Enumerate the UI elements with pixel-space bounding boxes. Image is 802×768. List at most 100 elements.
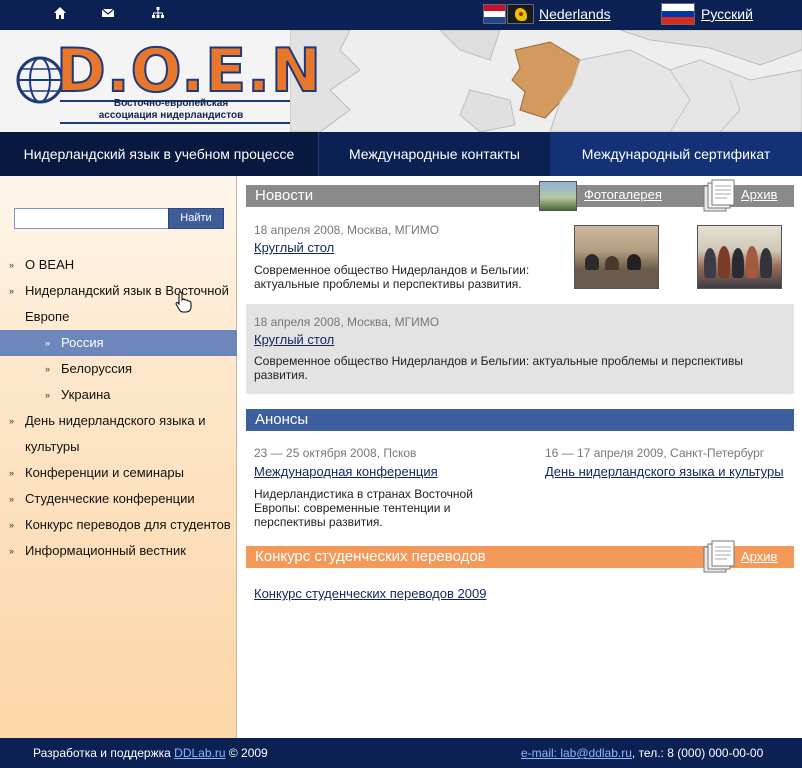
sidebar-item-label: Европе (25, 309, 70, 324)
announcement-title-link[interactable]: Международная конференция (254, 464, 438, 479)
russia-flag-icon[interactable] (661, 3, 695, 25)
news-archive-link[interactable]: Архив (741, 187, 777, 202)
sidebar-item-label: культуры (25, 439, 80, 454)
sidebar-item-label: Украина (61, 387, 111, 402)
sidebar-item-label: О ВЕАН (25, 257, 75, 272)
sidebar-item-conferences[interactable]: » Конференции и семинары (0, 460, 237, 486)
flanders-flag-icon[interactable] (507, 4, 534, 24)
contest-link[interactable]: Конкурс студенческих переводов 2009 (254, 586, 486, 601)
search-input[interactable] (14, 208, 169, 229)
chevron-right-icon: » (9, 468, 15, 478)
sidebar-item-label: Конференции и семинары (25, 465, 184, 480)
logo-subtitle-line1: Восточно-европейская (113, 98, 229, 109)
sidebar-item-ukraine[interactable]: » Украина (0, 382, 237, 408)
contest-header-title: Конкурс студенческих переводов (255, 548, 486, 565)
news-text: Современное общество Нидерландов и Бельг… (254, 354, 774, 382)
news-photo-thumbnail[interactable] (697, 225, 782, 289)
footer-email-link[interactable]: e-mail: lab@ddlab.ru (521, 746, 632, 760)
sidebar: Найти » О ВЕАН » Нидерландский язык в Вост… (0, 176, 237, 738)
logo-subtitle-line2: ассоциация нидерландистов (98, 110, 244, 121)
sidebar-item-label: Конкурс переводов для студентов (25, 517, 231, 532)
sidebar-item-label: Россия (61, 335, 104, 350)
announcement-text: Нидерландистика в странах Восточной Евро… (254, 487, 494, 529)
footer-ddlab-link[interactable]: DDLab.ru (174, 746, 225, 760)
sidebar-item-label: Белоруссия (61, 361, 133, 376)
hand-cursor-icon (175, 291, 192, 313)
footer-contacts: e-mail: lab@ddlab.ru, тел.: 8 (000) 000-… (521, 746, 763, 760)
footer-phone: , тел.: 8 (000) 000-00-00 (631, 746, 764, 760)
search-button[interactable]: Найти (168, 208, 224, 229)
netherlands-flag-icon[interactable] (483, 4, 506, 24)
lang-link-russian[interactable]: Русский (701, 6, 753, 22)
footer-credits: Разработка и поддержка DDLab.ru © 2009 (33, 746, 268, 760)
news-text-line: развития. (254, 368, 308, 382)
sidebar-item-dutch-day-cont[interactable]: культуры (0, 434, 237, 460)
main-content: Новости Фотогалерея Архив 18 апреля 2008… (238, 176, 802, 738)
news-header-title: Новости (255, 187, 314, 204)
nav-item-dutch-in-education[interactable]: Нидерландский язык в учебном процессе (0, 132, 318, 176)
sidebar-item-dutch-eastern-europe[interactable]: » Нидерландский язык в Восточной (0, 278, 237, 304)
news-text-line: актуальные проблемы и перспективы развит… (254, 277, 522, 291)
contest-archive-link[interactable]: Архив (741, 549, 777, 564)
archive-icon[interactable] (701, 540, 735, 574)
sidebar-item-russia[interactable]: » Россия (0, 330, 237, 356)
globe-logo-icon (16, 56, 62, 104)
nav-item-international-contacts[interactable]: Международные контакты (318, 132, 550, 176)
mail-icon[interactable] (100, 6, 116, 23)
logo-subtitle: Восточно-европейская ассоциация нидерлан… (86, 98, 256, 122)
announcement-text-line: перспективы развития. (254, 515, 383, 529)
main-nav: Нидерландский язык в учебном процессе Ме… (0, 132, 802, 176)
announcement-text-line: Европы: современные тентенции и (254, 501, 451, 515)
chevron-right-icon: » (9, 260, 15, 270)
sidebar-item-belarus[interactable]: » Белоруссия (0, 356, 237, 382)
sidebar-item-label: Нидерландский язык в Восточной (25, 283, 229, 298)
logo-rule-bottom (60, 122, 290, 124)
news-title-link[interactable]: Круглый стол (254, 332, 334, 347)
sidebar-item-dutch-eastern-europe-cont[interactable]: Европе (0, 304, 237, 330)
home-icon[interactable] (52, 6, 68, 23)
news-photo-thumbnail[interactable] (574, 225, 659, 289)
news-date: 18 апреля 2008, Москва, МГИМО (254, 315, 440, 329)
sidebar-item-newsletter[interactable]: » Информационный вестник (0, 538, 237, 564)
site-logo[interactable]: D.O.E.N (55, 37, 322, 105)
photo-gallery-icon[interactable] (539, 181, 577, 211)
sidebar-item-label: Студенческие конференции (25, 491, 195, 506)
footer-year: © 2009 (228, 746, 268, 760)
archive-icon[interactable] (701, 179, 735, 213)
sidebar-item-about[interactable]: » О ВЕАН (0, 252, 237, 278)
sidebar-item-dutch-day[interactable]: » День нидерландского языка и (0, 408, 237, 434)
photo-gallery-link[interactable]: Фотогалерея (584, 187, 662, 202)
europe-map-image (290, 30, 802, 132)
news-text-line: Современное общество Нидерландов и Бельг… (254, 354, 743, 368)
news-date: 18 апреля 2008, Москва, МГИМО (254, 223, 440, 237)
site-header: D.O.E.N Восточно-европейская ассоциация … (0, 30, 802, 132)
chevron-right-icon: » (9, 520, 15, 530)
announcement-date: 23 — 25 октября 2008, Псков (254, 446, 417, 460)
chevron-right-icon: » (9, 546, 15, 556)
lang-link-nederlands[interactable]: Nederlands (539, 6, 611, 22)
chevron-right-icon: » (45, 390, 51, 400)
announcement-title-link[interactable]: День нидерландского языка и культуры (545, 464, 784, 479)
chevron-down-icon: » (9, 286, 15, 296)
announcements-header: Анонсы (246, 409, 794, 431)
announcements-header-title: Анонсы (255, 411, 309, 428)
top-bar: Nederlands Русский (0, 0, 802, 30)
chevron-right-icon: » (9, 416, 15, 426)
announcement-date: 16 — 17 апреля 2009, Санкт-Петербург (545, 446, 765, 460)
news-text: Современное общество Нидерландов и Бельг… (254, 263, 554, 291)
announcement-text-line: Нидерландистика в странах Восточной (254, 487, 473, 501)
chevron-right-icon: » (45, 364, 51, 374)
footer: Разработка и поддержка DDLab.ru © 2009 e… (0, 738, 802, 768)
footer-dev-text: Разработка и поддержка (33, 746, 171, 760)
sitemap-icon[interactable] (150, 6, 166, 23)
sidebar-item-student-conferences[interactable]: » Студенческие конференции (0, 486, 237, 512)
news-title-link[interactable]: Круглый стол (254, 240, 334, 255)
news-text-line: Современное общество Нидерландов и Бельг… (254, 263, 530, 277)
sidebar-item-label: День нидерландского языка и (25, 413, 206, 428)
chevron-right-icon: » (9, 494, 15, 504)
sidebar-item-translation-contest[interactable]: » Конкурс переводов для студентов (0, 512, 237, 538)
chevron-right-icon: » (45, 338, 51, 348)
sidebar-menu: » О ВЕАН » Нидерландский язык в Восточной … (0, 252, 237, 564)
sidebar-item-label: Информационный вестник (25, 543, 186, 558)
nav-item-international-certificate[interactable]: Международный сертификат (550, 132, 802, 176)
